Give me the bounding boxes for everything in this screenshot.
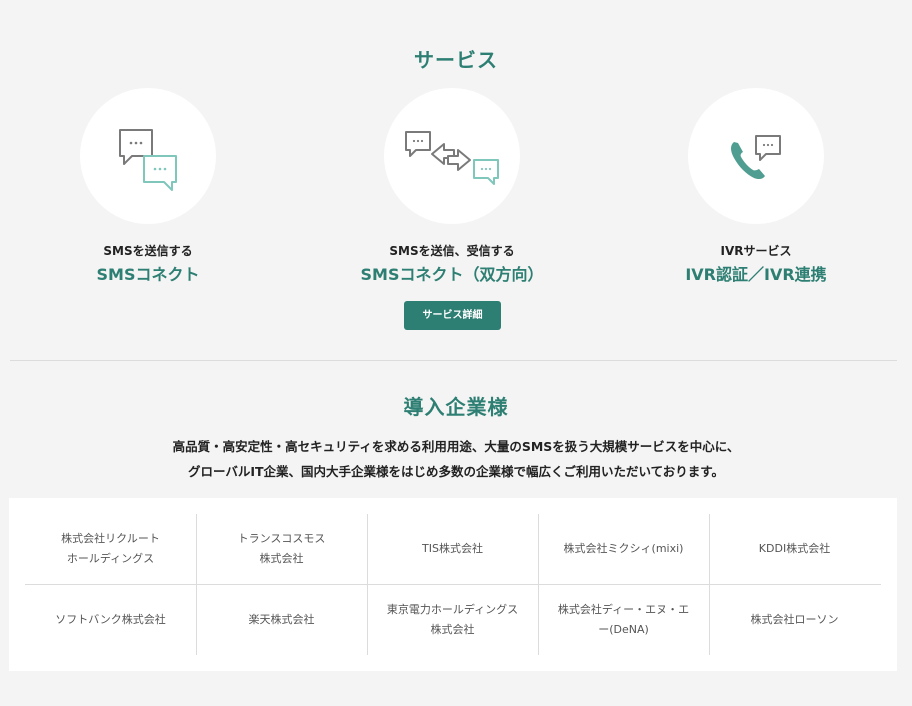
client-cell: KDDI株式会社 bbox=[709, 514, 880, 584]
client-name-line: 株式会社ミクシィ(mixi) bbox=[563, 542, 684, 555]
client-name-line: 株式会社リクルート bbox=[61, 532, 160, 545]
client-name-line: KDDI株式会社 bbox=[758, 542, 831, 555]
clients-grid: 株式会社リクルート ホールディングス トランスコスモス 株式会社 TIS株式会社 株… bbox=[25, 514, 881, 655]
client-name-line: 株式会社ローソン bbox=[750, 613, 839, 626]
service-name[interactable]: SMSコネクト bbox=[48, 261, 248, 285]
phone-chat-icon bbox=[731, 135, 781, 180]
client-cell: ソフトバンク株式会社 bbox=[25, 585, 196, 655]
service-subtitle: SMSを送信する bbox=[103, 244, 193, 258]
clients-title: 導入企業様 bbox=[403, 395, 509, 419]
client-cell: 楽天株式会社 bbox=[196, 585, 367, 655]
service-icon-circle bbox=[384, 88, 520, 224]
client-cell: 株式会社ディー・エヌ・エ ー(DeNA) bbox=[538, 585, 709, 655]
client-cell: 東京電力ホールディングス 株式会社 bbox=[367, 585, 538, 655]
service-icon-circle bbox=[80, 88, 216, 224]
service-subtitle: IVRサービス bbox=[720, 244, 792, 258]
section-divider bbox=[10, 360, 897, 361]
client-name-line: TIS株式会社 bbox=[422, 542, 483, 555]
service-name[interactable]: IVR認証／IVR連携 bbox=[656, 261, 856, 285]
client-name-line: 株式会社 bbox=[430, 623, 475, 636]
service-sms-connect[interactable]: SMSを送信する SMSコネクト bbox=[48, 88, 248, 285]
client-name-line: ー(DeNA) bbox=[598, 623, 649, 636]
services-title: サービス bbox=[414, 48, 498, 72]
client-name-line: 株式会社ディー・エヌ・エ bbox=[557, 603, 690, 616]
client-name-line: 楽天株式会社 bbox=[248, 613, 315, 626]
service-subtitle: SMSを送信、受信する bbox=[389, 244, 515, 258]
service-ivr[interactable]: IVRサービス IVR認証／IVR連携 bbox=[656, 88, 856, 285]
client-name-line: ソフトバンク株式会社 bbox=[55, 613, 166, 626]
client-cell: TIS株式会社 bbox=[367, 514, 538, 584]
client-name-line: 東京電力ホールディングス bbox=[386, 603, 519, 616]
clients-intro-line-2: グローバルIT企業、国内大手企業様をはじめ多数の企業様で幅広くご利用いただいてお… bbox=[187, 464, 725, 479]
client-name-line: トランスコスモス bbox=[237, 532, 326, 545]
service-details-button[interactable]: サービス詳細 bbox=[404, 301, 501, 330]
client-name-line: ホールディングス bbox=[66, 552, 155, 565]
service-icon-circle bbox=[688, 88, 824, 224]
chat-bubbles-icon bbox=[119, 129, 177, 191]
service-sms-connect-two-way[interactable]: SMSを送信、受信する SMSコネクト（双方向） bbox=[352, 88, 552, 285]
client-cell: 株式会社ミクシィ(mixi) bbox=[538, 514, 709, 584]
service-name[interactable]: SMSコネクト（双方向） bbox=[352, 261, 552, 285]
two-way-chat-icon bbox=[405, 131, 499, 185]
client-cell: 株式会社リクルート ホールディングス bbox=[25, 514, 196, 584]
client-cell: トランスコスモス 株式会社 bbox=[196, 514, 367, 584]
client-name-line: 株式会社 bbox=[259, 552, 304, 565]
clients-intro-line-1: 高品質・高安定性・高セキュリティを求める利用用途、大量のSMSを扱う大規模サービ… bbox=[172, 439, 740, 454]
clients-table: 株式会社リクルート ホールディングス トランスコスモス 株式会社 TIS株式会社 株… bbox=[9, 498, 897, 671]
client-cell: 株式会社ローソン bbox=[709, 585, 880, 655]
